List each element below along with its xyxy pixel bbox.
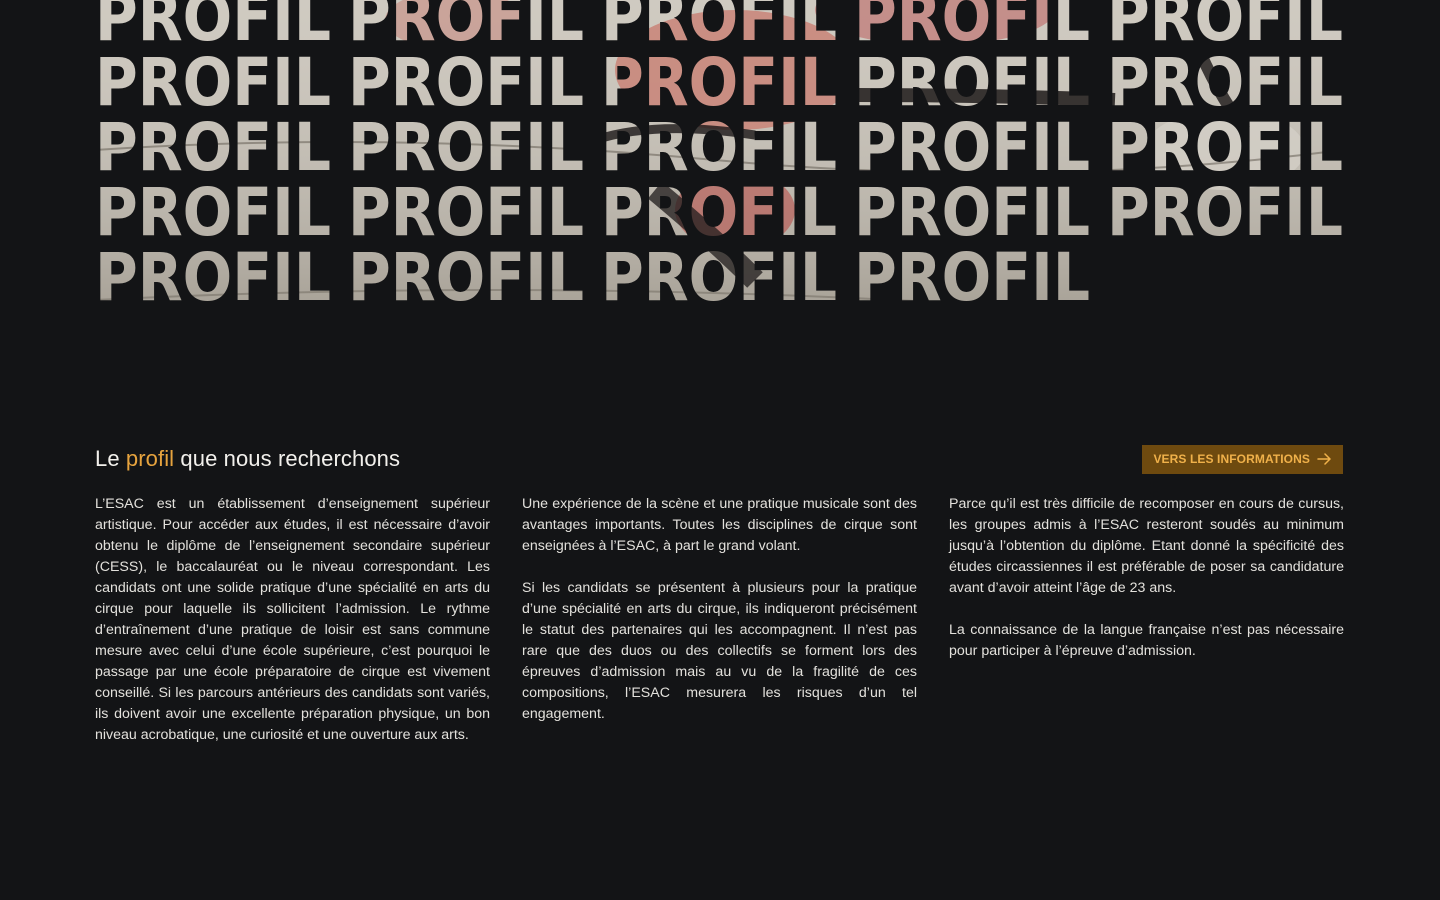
- section-header: Le profil que nous recherchons VERS LES …: [95, 440, 1343, 478]
- title-accent-word: profil: [125, 446, 175, 471]
- hero-profil-wordmark: PROFIL PROFIL PROFIL PROFIL PROFIL PROFIL PROF…: [95, 0, 1343, 310]
- paragraph: La connaissance de la langue française n…: [949, 622, 1344, 659]
- text-columns: L’ESAC est un établissement d’enseigneme…: [95, 494, 1344, 767]
- hero-wordmark-svg: PROFIL PROFIL PROFIL PROFIL PROFILPROFIL PROF…: [95, 0, 1343, 310]
- paragraph: Parce qu’il est très difficile de recomp…: [949, 496, 1344, 596]
- section-title: Le profil que nous recherchons: [95, 446, 400, 472]
- text-column-3: Parce qu’il est très difficile de recomp…: [949, 494, 1344, 767]
- profil-word: PROFIL: [1107, 174, 1343, 251]
- profil-word: PROFIL: [95, 239, 331, 310]
- profile-section: Le profil que nous recherchons VERS LES …: [95, 440, 1344, 767]
- title-prefix: Le: [95, 446, 120, 471]
- text-column-1: L’ESAC est un établissement d’enseigneme…: [95, 494, 490, 767]
- vers-les-informations-button[interactable]: VERS LES INFORMATIONS: [1142, 444, 1343, 474]
- profil-word: PROFIL: [854, 239, 1090, 310]
- paragraph: Une expérience de la scène et une pratiq…: [522, 496, 917, 554]
- cta-label: VERS LES INFORMATIONS: [1153, 452, 1310, 466]
- paragraph: L’ESAC est un établissement d’enseigneme…: [95, 496, 490, 743]
- paragraph: Si les candidats se présentent à plusieu…: [522, 580, 917, 722]
- profil-word: PROFIL: [348, 239, 584, 310]
- profil-word: PROFIL: [601, 239, 837, 310]
- text-column-2: Une expérience de la scène et une pratiq…: [522, 494, 917, 767]
- arrow-right-icon: [1317, 453, 1331, 465]
- title-suffix: que nous recherchons: [180, 446, 401, 471]
- profil-word-grid: PROFIL PROFIL PROFIL PROFIL PROFILPROFIL PROF…: [95, 0, 1343, 310]
